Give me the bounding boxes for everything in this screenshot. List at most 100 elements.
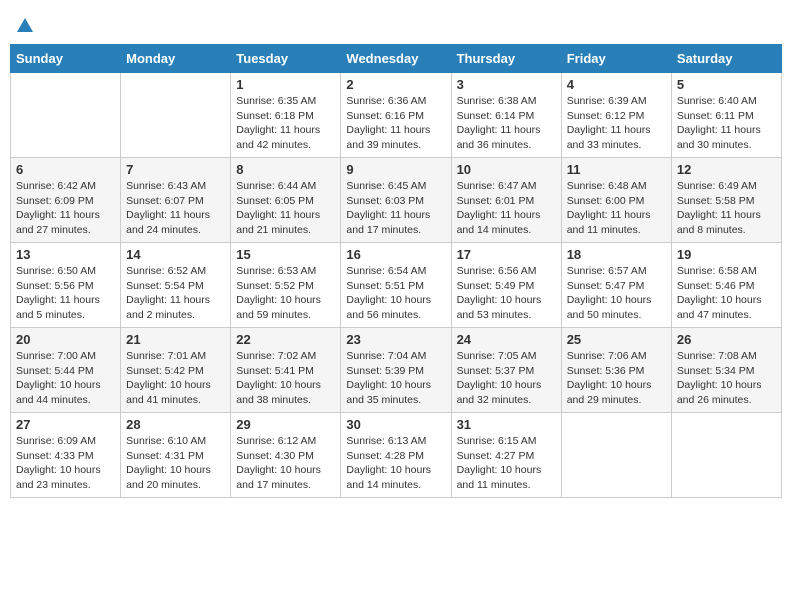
day-info: Sunrise: 6:58 AM Sunset: 5:46 PM Dayligh… — [677, 264, 776, 323]
weekday-header-wednesday: Wednesday — [341, 45, 451, 73]
calendar-cell: 24Sunrise: 7:05 AM Sunset: 5:37 PM Dayli… — [451, 328, 561, 413]
calendar-week-4: 20 Sunrise: 7:00 AM Sunset: 5:44 PM Dayli… — [11, 328, 782, 413]
day-number: 18 — [567, 247, 666, 262]
weekday-header-row: SundayMondayTuesdayWednesdayThursdayFrid… — [11, 45, 782, 73]
day-number: 8 — [236, 162, 335, 177]
day-info: Sunrise: 6:36 AM Sunset: 6:16 PM Dayligh… — [346, 94, 445, 153]
day-info: Sunrise: 6:40 AM Sunset: 6:11 PM Dayligh… — [677, 94, 776, 153]
day-info: Sunrise: 7:02 AM Sunset: 5:41 PM Dayligh… — [236, 349, 335, 408]
day-info: Sunrise: 6:57 AM Sunset: 5:47 PM Dayligh… — [567, 264, 666, 323]
day-number: 29 — [236, 417, 335, 432]
day-info: Sunrise: 6:48 AM Sunset: 6:00 PM Dayligh… — [567, 179, 666, 238]
logo-icon — [15, 16, 35, 36]
calendar-cell — [11, 73, 121, 158]
day-info: Sunrise: 6:56 AM Sunset: 5:49 PM Dayligh… — [457, 264, 556, 323]
day-number: 12 — [677, 162, 776, 177]
calendar-week-1: 1 Sunrise: 6:35 AM Sunset: 6:18 PM Daylig… — [11, 73, 782, 158]
day-number: 22 — [236, 332, 335, 347]
day-info: Sunrise: 7:06 AM Sunset: 5:36 PM Dayligh… — [567, 349, 666, 408]
day-info: Sunrise: 6:53 AM Sunset: 5:52 PM Dayligh… — [236, 264, 335, 323]
day-number: 21 — [126, 332, 225, 347]
calendar-cell: 18 Sunrise: 6:57 AM Sunset: 5:47 PM Dayli… — [561, 243, 671, 328]
calendar-cell: 30 Sunrise: 6:13 AM Sunset: 4:28 PM Dayli… — [341, 413, 451, 498]
day-number: 27 — [16, 417, 115, 432]
day-number: 9 — [346, 162, 445, 177]
calendar-cell: 20 Sunrise: 7:00 AM Sunset: 5:44 PM Dayli… — [11, 328, 121, 413]
day-info: Sunrise: 7:04 AM Sunset: 5:39 PM Dayligh… — [346, 349, 445, 408]
day-info: Sunrise: 6:45 AM Sunset: 6:03 PM Dayligh… — [346, 179, 445, 238]
header — [10, 10, 782, 36]
day-info: Sunrise: 6:43 AM Sunset: 6:07 PM Dayligh… — [126, 179, 225, 238]
calendar-cell: 13 Sunrise: 6:50 AM Sunset: 5:56 PM Dayli… — [11, 243, 121, 328]
day-info: Sunrise: 7:05 AM Sunset: 5:37 PM Dayligh… — [457, 349, 556, 408]
calendar-cell: 21 Sunrise: 7:01 AM Sunset: 5:42 PM Dayli… — [121, 328, 231, 413]
calendar-cell: 8 Sunrise: 6:44 AM Sunset: 6:05 PM Daylig… — [231, 158, 341, 243]
day-number: 16 — [346, 247, 445, 262]
day-info: Sunrise: 6:49 AM Sunset: 5:58 PM Dayligh… — [677, 179, 776, 238]
weekday-header-thursday: Thursday — [451, 45, 561, 73]
day-number: 4 — [567, 77, 666, 92]
day-info: Sunrise: 6:44 AM Sunset: 6:05 PM Dayligh… — [236, 179, 335, 238]
calendar-cell: 16 Sunrise: 6:54 AM Sunset: 5:51 PM Dayli… — [341, 243, 451, 328]
weekday-header-sunday: Sunday — [11, 45, 121, 73]
day-info: Sunrise: 7:00 AM Sunset: 5:44 PM Dayligh… — [16, 349, 115, 408]
calendar-cell: 7Sunrise: 6:43 AM Sunset: 6:07 PM Daylig… — [121, 158, 231, 243]
day-number: 15 — [236, 247, 335, 262]
day-info: Sunrise: 6:12 AM Sunset: 4:30 PM Dayligh… — [236, 434, 335, 493]
day-number: 26 — [677, 332, 776, 347]
day-info: Sunrise: 6:09 AM Sunset: 4:33 PM Dayligh… — [16, 434, 115, 493]
day-number: 13 — [16, 247, 115, 262]
calendar-cell: 28Sunrise: 6:10 AM Sunset: 4:31 PM Dayli… — [121, 413, 231, 498]
day-info: Sunrise: 6:15 AM Sunset: 4:27 PM Dayligh… — [457, 434, 556, 493]
calendar-cell: 19Sunrise: 6:58 AM Sunset: 5:46 PM Dayli… — [671, 243, 781, 328]
day-number: 28 — [126, 417, 225, 432]
day-info: Sunrise: 6:54 AM Sunset: 5:51 PM Dayligh… — [346, 264, 445, 323]
day-number: 5 — [677, 77, 776, 92]
calendar-cell: 31Sunrise: 6:15 AM Sunset: 4:27 PM Dayli… — [451, 413, 561, 498]
day-info: Sunrise: 6:47 AM Sunset: 6:01 PM Dayligh… — [457, 179, 556, 238]
weekday-header-monday: Monday — [121, 45, 231, 73]
day-info: Sunrise: 6:39 AM Sunset: 6:12 PM Dayligh… — [567, 94, 666, 153]
calendar-cell: 11Sunrise: 6:48 AM Sunset: 6:00 PM Dayli… — [561, 158, 671, 243]
day-number: 3 — [457, 77, 556, 92]
day-info: Sunrise: 6:42 AM Sunset: 6:09 PM Dayligh… — [16, 179, 115, 238]
calendar-cell: 3Sunrise: 6:38 AM Sunset: 6:14 PM Daylig… — [451, 73, 561, 158]
day-number: 6 — [16, 162, 115, 177]
calendar-cell: 12 Sunrise: 6:49 AM Sunset: 5:58 PM Dayli… — [671, 158, 781, 243]
day-number: 30 — [346, 417, 445, 432]
calendar-cell: 10 Sunrise: 6:47 AM Sunset: 6:01 PM Dayli… — [451, 158, 561, 243]
day-number: 10 — [457, 162, 556, 177]
day-number: 17 — [457, 247, 556, 262]
calendar-body: 1 Sunrise: 6:35 AM Sunset: 6:18 PM Daylig… — [11, 73, 782, 498]
calendar-cell: 25 Sunrise: 7:06 AM Sunset: 5:36 PM Dayli… — [561, 328, 671, 413]
calendar-cell: 2Sunrise: 6:36 AM Sunset: 6:16 PM Daylig… — [341, 73, 451, 158]
calendar-table: SundayMondayTuesdayWednesdayThursdayFrid… — [10, 44, 782, 498]
calendar-cell: 9 Sunrise: 6:45 AM Sunset: 6:03 PM Daylig… — [341, 158, 451, 243]
calendar-week-2: 6 Sunrise: 6:42 AM Sunset: 6:09 PM Daylig… — [11, 158, 782, 243]
calendar-cell: 23 Sunrise: 7:04 AM Sunset: 5:39 PM Dayli… — [341, 328, 451, 413]
day-number: 23 — [346, 332, 445, 347]
calendar-cell: 22 Sunrise: 7:02 AM Sunset: 5:41 PM Dayli… — [231, 328, 341, 413]
calendar-cell — [561, 413, 671, 498]
day-info: Sunrise: 6:52 AM Sunset: 5:54 PM Dayligh… — [126, 264, 225, 323]
calendar-header: SundayMondayTuesdayWednesdayThursdayFrid… — [11, 45, 782, 73]
calendar-cell: 17 Sunrise: 6:56 AM Sunset: 5:49 PM Dayli… — [451, 243, 561, 328]
calendar-cell — [121, 73, 231, 158]
calendar-cell: 15 Sunrise: 6:53 AM Sunset: 5:52 PM Dayli… — [231, 243, 341, 328]
day-number: 20 — [16, 332, 115, 347]
calendar-cell: 26Sunrise: 7:08 AM Sunset: 5:34 PM Dayli… — [671, 328, 781, 413]
day-info: Sunrise: 6:13 AM Sunset: 4:28 PM Dayligh… — [346, 434, 445, 493]
calendar-week-3: 13 Sunrise: 6:50 AM Sunset: 5:56 PM Dayli… — [11, 243, 782, 328]
day-info: Sunrise: 6:50 AM Sunset: 5:56 PM Dayligh… — [16, 264, 115, 323]
day-number: 1 — [236, 77, 335, 92]
weekday-header-tuesday: Tuesday — [231, 45, 341, 73]
day-number: 25 — [567, 332, 666, 347]
calendar-cell: 1 Sunrise: 6:35 AM Sunset: 6:18 PM Daylig… — [231, 73, 341, 158]
calendar-cell: 29 Sunrise: 6:12 AM Sunset: 4:30 PM Dayli… — [231, 413, 341, 498]
calendar-week-5: 27 Sunrise: 6:09 AM Sunset: 4:33 PM Dayli… — [11, 413, 782, 498]
calendar-cell: 14 Sunrise: 6:52 AM Sunset: 5:54 PM Dayli… — [121, 243, 231, 328]
calendar-cell: 4 Sunrise: 6:39 AM Sunset: 6:12 PM Daylig… — [561, 73, 671, 158]
day-info: Sunrise: 7:01 AM Sunset: 5:42 PM Dayligh… — [126, 349, 225, 408]
day-number: 14 — [126, 247, 225, 262]
day-info: Sunrise: 6:35 AM Sunset: 6:18 PM Dayligh… — [236, 94, 335, 153]
